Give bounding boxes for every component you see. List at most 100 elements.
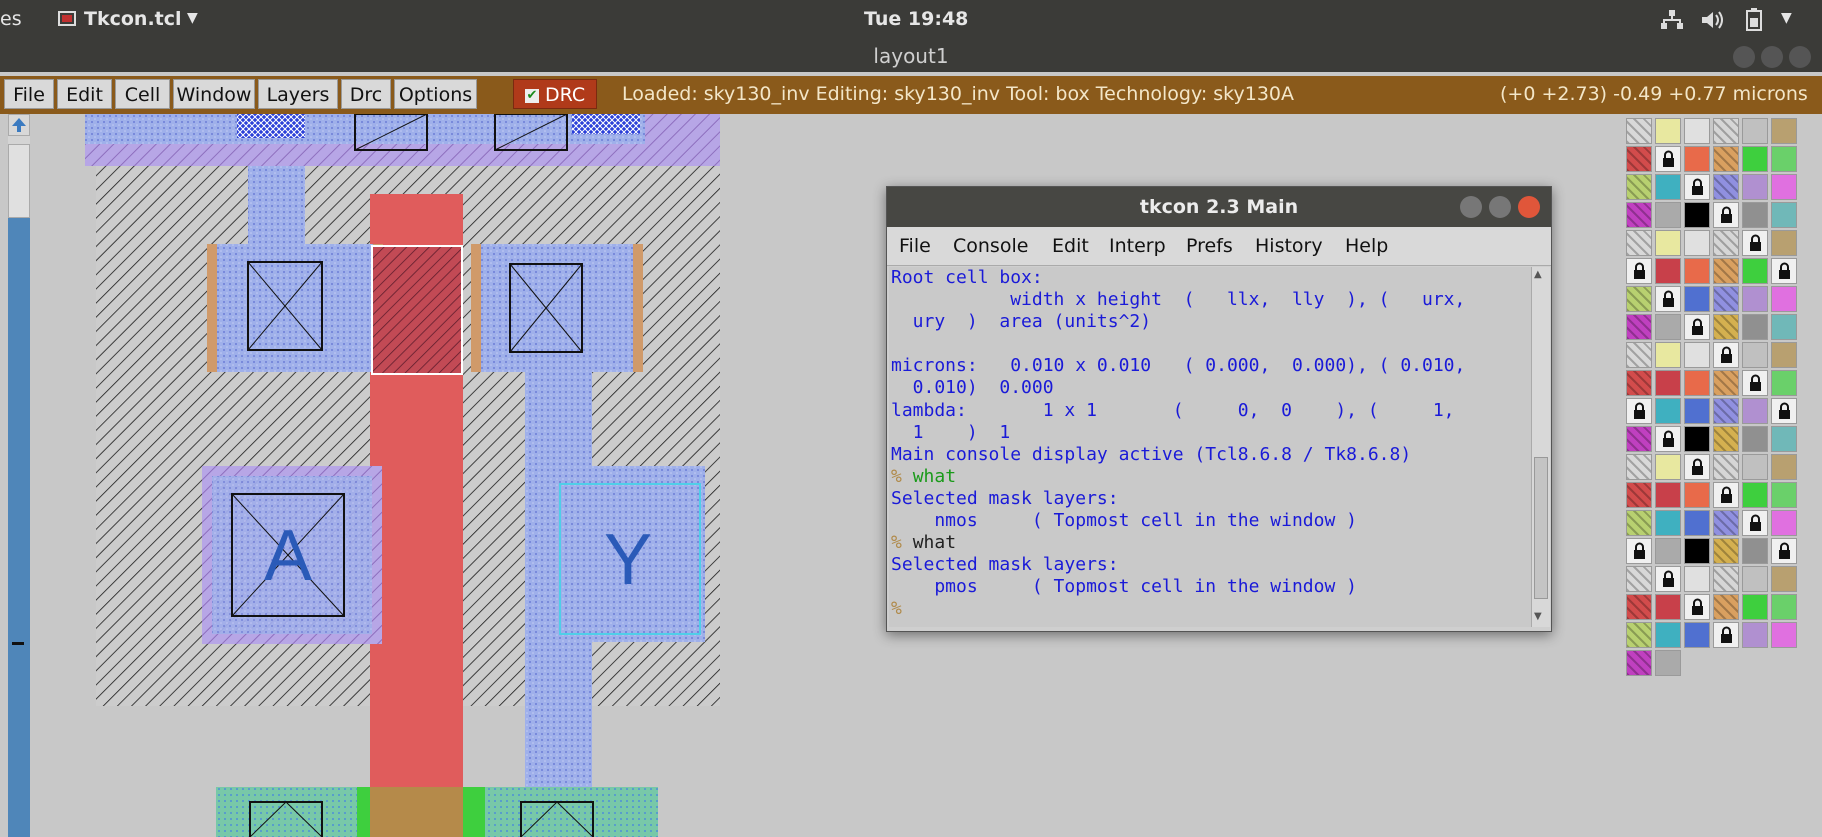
layer-locked-icon[interactable] bbox=[1713, 202, 1739, 228]
layer-swatch[interactable] bbox=[1771, 286, 1797, 312]
layer-swatch[interactable] bbox=[1684, 510, 1710, 536]
layer-locked-icon[interactable] bbox=[1713, 342, 1739, 368]
layer-swatch[interactable] bbox=[1771, 622, 1797, 648]
layer-swatch[interactable] bbox=[1742, 202, 1768, 228]
layer-swatch[interactable] bbox=[1713, 454, 1739, 480]
layer-swatch[interactable] bbox=[1684, 202, 1710, 228]
layer-swatch[interactable] bbox=[1684, 118, 1710, 144]
layer-swatch[interactable] bbox=[1684, 342, 1710, 368]
layer-swatch[interactable] bbox=[1771, 230, 1797, 256]
layer-swatch[interactable] bbox=[1626, 146, 1652, 172]
layer-swatch[interactable] bbox=[1655, 314, 1681, 340]
layer-swatch[interactable] bbox=[1626, 230, 1652, 256]
tkcon-minimize-button[interactable] bbox=[1460, 196, 1482, 218]
layer-swatch[interactable] bbox=[1684, 622, 1710, 648]
layer-swatch[interactable] bbox=[1684, 398, 1710, 424]
layer-swatch[interactable] bbox=[1713, 510, 1739, 536]
layer-swatch[interactable] bbox=[1626, 342, 1652, 368]
network-icon[interactable] bbox=[1660, 9, 1684, 31]
tkcon-menu-console[interactable]: Console bbox=[953, 235, 1028, 257]
layer-swatch[interactable] bbox=[1742, 314, 1768, 340]
tkcon-menu-prefs[interactable]: Prefs bbox=[1186, 235, 1233, 257]
scroll-up-arrow-icon[interactable]: ▲ bbox=[1534, 269, 1546, 281]
layer-swatch[interactable] bbox=[1771, 174, 1797, 200]
tkcon-window[interactable]: tkcon 2.3 Main File Console Edit Interp … bbox=[886, 186, 1552, 632]
scroll-thumb[interactable] bbox=[8, 144, 30, 218]
layer-swatch[interactable] bbox=[1655, 342, 1681, 368]
layer-swatch[interactable] bbox=[1713, 258, 1739, 284]
layer-swatch[interactable] bbox=[1742, 538, 1768, 564]
layer-locked-icon[interactable] bbox=[1684, 314, 1710, 340]
layer-locked-icon[interactable] bbox=[1626, 258, 1652, 284]
layer-locked-icon[interactable] bbox=[1684, 594, 1710, 620]
volume-icon[interactable] bbox=[1700, 9, 1726, 31]
layer-swatch[interactable] bbox=[1742, 286, 1768, 312]
layer-locked-icon[interactable] bbox=[1771, 538, 1797, 564]
layer-swatch[interactable] bbox=[1684, 538, 1710, 564]
layer-swatch[interactable] bbox=[1626, 650, 1652, 676]
layer-swatch[interactable] bbox=[1742, 566, 1768, 592]
layer-swatch[interactable] bbox=[1713, 538, 1739, 564]
layer-locked-icon[interactable] bbox=[1742, 370, 1768, 396]
layer-locked-icon[interactable] bbox=[1655, 566, 1681, 592]
tkcon-titlebar[interactable]: tkcon 2.3 Main bbox=[887, 187, 1551, 227]
menu-cell[interactable]: Cell bbox=[115, 79, 170, 109]
ndiff-edge-right[interactable] bbox=[463, 787, 485, 837]
layer-locked-icon[interactable] bbox=[1626, 398, 1652, 424]
maximize-button[interactable] bbox=[1761, 46, 1783, 68]
layer-swatch[interactable] bbox=[1771, 510, 1797, 536]
layer-swatch[interactable] bbox=[1655, 118, 1681, 144]
layer-swatch[interactable] bbox=[1742, 622, 1768, 648]
layer-swatch[interactable] bbox=[1713, 566, 1739, 592]
diff-contact-left[interactable] bbox=[217, 244, 373, 372]
layer-swatch[interactable] bbox=[1655, 538, 1681, 564]
layer-swatch[interactable] bbox=[1742, 398, 1768, 424]
layer-locked-icon[interactable] bbox=[1626, 538, 1652, 564]
layer-swatch[interactable] bbox=[1655, 174, 1681, 200]
tkcon-menu-interp[interactable]: Interp bbox=[1109, 235, 1166, 257]
scroll-up-button[interactable] bbox=[8, 114, 30, 136]
vertical-scrollbar[interactable] bbox=[8, 114, 30, 837]
layer-locked-icon[interactable] bbox=[1684, 454, 1710, 480]
selected-gate-box[interactable] bbox=[371, 245, 463, 375]
layer-palette[interactable] bbox=[1622, 114, 1822, 837]
layer-swatch[interactable] bbox=[1771, 314, 1797, 340]
drc-toggle[interactable]: ✔ DRC bbox=[513, 79, 597, 109]
layer-swatch[interactable] bbox=[1684, 146, 1710, 172]
layer-swatch[interactable] bbox=[1742, 594, 1768, 620]
layer-swatch[interactable] bbox=[1626, 202, 1652, 228]
layer-swatch[interactable] bbox=[1713, 426, 1739, 452]
layer-swatch[interactable] bbox=[1626, 174, 1652, 200]
drc-checkbox-icon[interactable]: ✔ bbox=[524, 88, 539, 103]
ndiff-gate[interactable] bbox=[370, 787, 463, 837]
layer-swatch[interactable] bbox=[1626, 118, 1652, 144]
layer-swatch[interactable] bbox=[1713, 314, 1739, 340]
layer-locked-icon[interactable] bbox=[1742, 230, 1768, 256]
scroll-down-arrow-icon[interactable]: ▼ bbox=[1534, 611, 1546, 623]
layer-locked-icon[interactable] bbox=[1742, 510, 1768, 536]
layer-swatch[interactable] bbox=[1655, 258, 1681, 284]
layer-swatch[interactable] bbox=[1771, 370, 1797, 396]
tkcon-scrollbar[interactable]: ▲ ▼ bbox=[1531, 267, 1550, 627]
layer-swatch[interactable] bbox=[1626, 566, 1652, 592]
layer-swatch[interactable] bbox=[1684, 566, 1710, 592]
battery-icon[interactable] bbox=[1744, 8, 1764, 32]
app-menu-chevron-icon[interactable]: ▼ bbox=[187, 10, 198, 26]
layer-swatch[interactable] bbox=[1684, 258, 1710, 284]
layer-locked-icon[interactable] bbox=[1771, 398, 1797, 424]
console-input-line[interactable]: % bbox=[891, 598, 1531, 620]
layer-swatch[interactable] bbox=[1742, 258, 1768, 284]
menu-edit[interactable]: Edit bbox=[57, 79, 112, 109]
layer-swatch[interactable] bbox=[1742, 174, 1768, 200]
layer-swatch[interactable] bbox=[1655, 454, 1681, 480]
clock[interactable]: Tue 19:48 bbox=[864, 8, 968, 30]
system-menu-chevron-icon[interactable]: ▼ bbox=[1781, 10, 1792, 26]
layer-swatch[interactable] bbox=[1684, 286, 1710, 312]
layer-swatch[interactable] bbox=[1713, 174, 1739, 200]
menu-layers[interactable]: Layers bbox=[258, 79, 338, 109]
menu-drc[interactable]: Drc bbox=[341, 79, 391, 109]
layer-swatch[interactable] bbox=[1626, 426, 1652, 452]
minimize-button[interactable] bbox=[1733, 46, 1755, 68]
layer-locked-icon[interactable] bbox=[1713, 622, 1739, 648]
layer-swatch[interactable] bbox=[1713, 398, 1739, 424]
